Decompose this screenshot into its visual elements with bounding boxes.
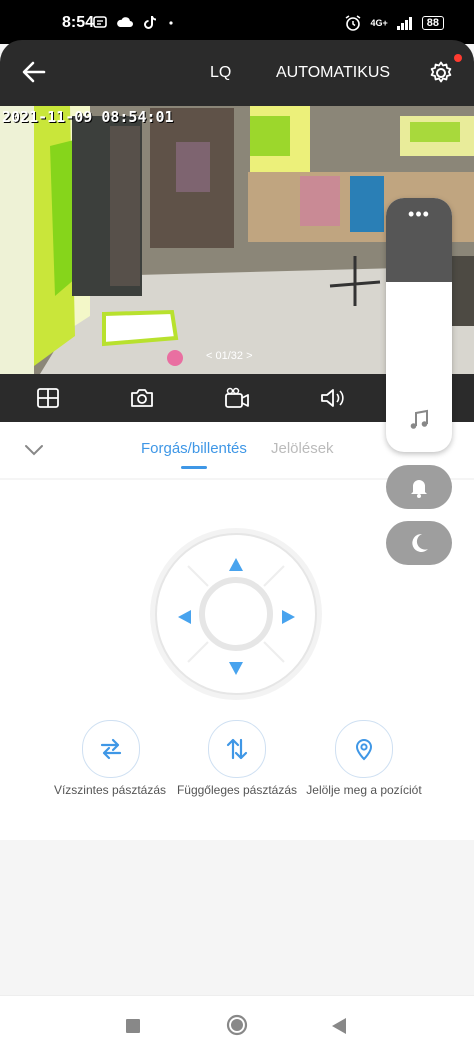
system-nav-bar	[0, 995, 474, 1054]
empty-area	[0, 840, 474, 995]
settings-gear-icon[interactable]	[428, 60, 454, 86]
notification-dot	[454, 54, 462, 62]
page-indicator-label: 01/32	[215, 350, 244, 362]
tab-markers[interactable]: Jelölések	[271, 440, 334, 457]
mark-position-label: Jelölje meg a pozíciót	[306, 783, 422, 797]
mark-position-button[interactable]	[335, 720, 393, 778]
music-note-icon[interactable]	[407, 408, 431, 432]
grid-layout-icon[interactable]	[35, 386, 61, 410]
speaker-icon[interactable]	[319, 386, 345, 410]
alarm-bell-button[interactable]	[386, 465, 452, 509]
video-page-indicator[interactable]: < 01/32 >	[206, 350, 253, 362]
video-record-icon[interactable]	[224, 386, 250, 410]
chevron-down-icon[interactable]	[22, 438, 46, 462]
notification-icon	[93, 16, 107, 28]
dot-icon	[169, 21, 173, 25]
more-dots-icon[interactable]: •••	[386, 204, 452, 225]
home-icon[interactable]	[226, 1014, 248, 1036]
prev-chevron-icon[interactable]: <	[206, 350, 212, 362]
recent-apps-icon[interactable]	[125, 1018, 141, 1034]
status-bar: 8:54 4G+ 88	[0, 0, 474, 44]
mode-selector[interactable]: AUTOMATIKUS	[276, 64, 390, 82]
back-arrow-icon[interactable]	[20, 58, 48, 86]
next-chevron-icon[interactable]: >	[246, 350, 252, 362]
network-label: 4G+	[370, 18, 388, 28]
bell-icon	[411, 480, 427, 498]
vertical-scan-button[interactable]	[208, 720, 266, 778]
active-tab-indicator	[181, 466, 207, 469]
ptz-dpad[interactable]	[148, 526, 324, 702]
cloud-icon	[117, 17, 133, 27]
back-triangle-icon[interactable]	[331, 1017, 347, 1035]
tab-pan-tilt[interactable]: Forgás/billentés	[141, 440, 247, 457]
floating-side-panel: •••	[386, 198, 452, 452]
app-bar: LQ AUTOMATIKUS	[0, 40, 474, 106]
location-pin-icon	[355, 739, 373, 761]
status-time: 8:54	[62, 14, 95, 31]
camera-snapshot-icon[interactable]	[129, 386, 155, 410]
alarm-icon	[346, 15, 361, 31]
signal-icon	[396, 17, 412, 30]
tiktok-icon	[144, 16, 156, 29]
battery-indicator: 88	[421, 16, 444, 30]
video-timestamp: 2021-11-09 08:54:01	[2, 108, 174, 126]
night-mode-button[interactable]	[386, 521, 452, 565]
moon-icon	[412, 533, 428, 552]
vertical-swap-icon	[226, 738, 248, 760]
horizontal-scan-button[interactable]	[82, 720, 140, 778]
horizontal-swap-icon	[100, 738, 122, 760]
quality-toggle[interactable]: LQ	[210, 64, 231, 82]
